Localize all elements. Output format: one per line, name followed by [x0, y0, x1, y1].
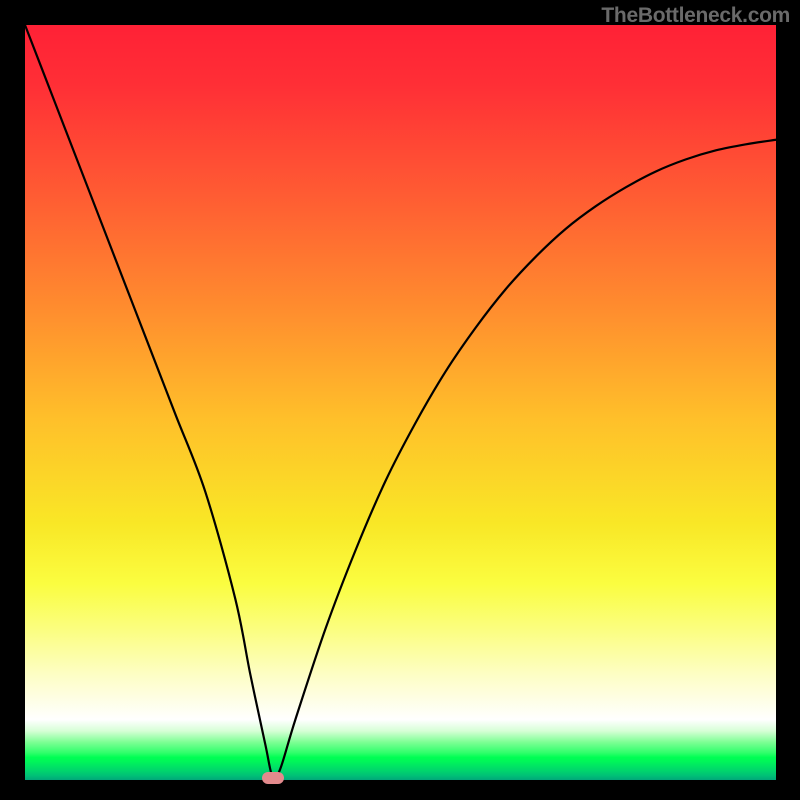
bottleneck-curve [25, 25, 776, 780]
optimum-marker [262, 772, 284, 784]
chart-frame: TheBottleneck.com [0, 0, 800, 800]
plot-area [25, 25, 776, 780]
watermark-text: TheBottleneck.com [601, 4, 790, 28]
